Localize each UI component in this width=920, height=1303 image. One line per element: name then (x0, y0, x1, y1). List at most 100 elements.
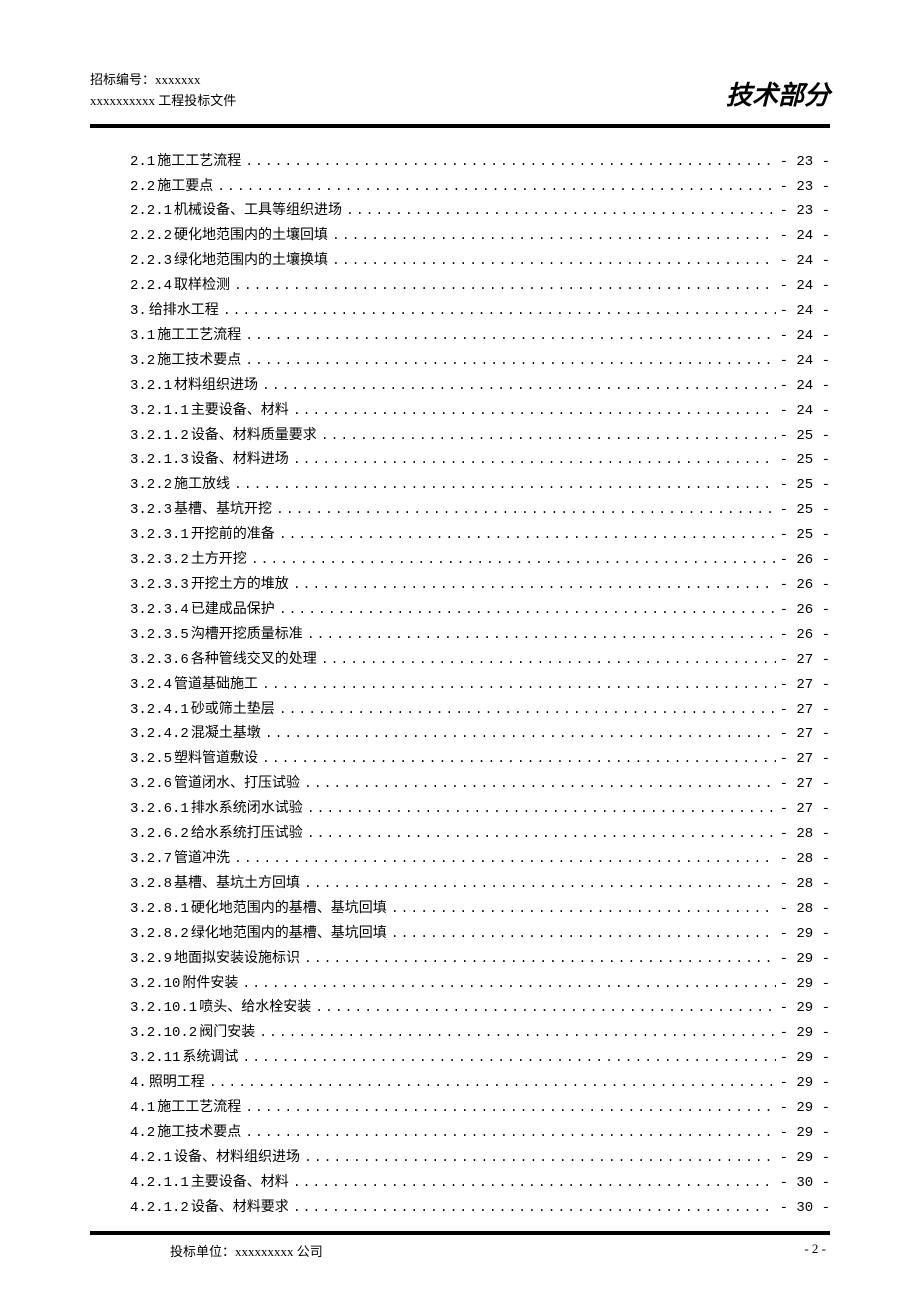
toc-dot-leader (234, 847, 776, 870)
toc-entry-title: 混凝土基墩 (191, 722, 261, 747)
toc-row: 4.1施工工艺流程- 29 - (130, 1096, 830, 1121)
toc-entry-title: 给排水工程 (149, 299, 219, 324)
toc-row: 3.2.8基槽、基坑土方回填- 28 - (130, 872, 830, 897)
toc-entry-number: 3.2.4 (130, 673, 172, 698)
toc-row: 3.2.10.1喷头、给水栓安装- 29 - (130, 996, 830, 1021)
toc-dot-leader (245, 349, 775, 372)
toc-dot-leader (262, 374, 776, 397)
toc-entry-page: - 24 - (780, 324, 830, 349)
toc-row: 3.2.5塑料管道敷设- 27 - (130, 747, 830, 772)
toc-row: 4.2.1.1主要设备、材料- 30 - (130, 1171, 830, 1196)
toc-entry-number: 3.2.11 (130, 1046, 180, 1071)
toc-row: 3.2.3.6各种管线交叉的处理- 27 - (130, 648, 830, 673)
toc-dot-leader (245, 1096, 775, 1119)
toc-dot-leader (276, 498, 776, 521)
toc-dot-leader (234, 473, 776, 496)
toc-entry-page: - 28 - (780, 822, 830, 847)
toc-entry-page: - 27 - (780, 648, 830, 673)
toc-entry-number: 3.2.9 (130, 947, 172, 972)
document-title: xxxxxxxxxx 工程投标文件 (90, 91, 236, 112)
toc-entry-page: - 29 - (780, 1071, 830, 1096)
toc-entry-page: - 27 - (780, 722, 830, 747)
toc-entry-number: 3.2.2 (130, 473, 172, 498)
toc-entry-title: 施工放线 (174, 473, 230, 498)
toc-dot-leader (234, 274, 776, 297)
toc-dot-leader (293, 1196, 776, 1219)
toc-entry-title: 施工技术要点 (157, 1121, 241, 1146)
bid-number-value: xxxxxxx (155, 72, 201, 87)
toc-entry-number: 4.2.1.2 (130, 1196, 189, 1221)
toc-dot-leader (391, 897, 776, 920)
toc-row: 3.2.4.1砂或筛土垫层- 27 - (130, 698, 830, 723)
toc-entry-title: 取样检测 (174, 274, 230, 299)
toc-dot-leader (307, 822, 776, 845)
toc-row: 4.照明工程- 29 - (130, 1071, 830, 1096)
toc-row: 3.2.4管道基础施工- 27 - (130, 673, 830, 698)
toc-entry-page: - 29 - (780, 1096, 830, 1121)
toc-entry-page: - 28 - (780, 897, 830, 922)
toc-entry-title: 管道基础施工 (174, 673, 258, 698)
toc-entry-number: 2.2.1 (130, 199, 172, 224)
toc-row: 3.2.3.1开挖前的准备- 25 - (130, 523, 830, 548)
toc-entry-number: 2.2 (130, 175, 155, 200)
toc-dot-leader (217, 175, 775, 198)
toc-row: 2.1施工工艺流程- 23 - (130, 150, 830, 175)
toc-entry-page: - 24 - (780, 374, 830, 399)
toc-entry-title: 塑料管道敷设 (174, 747, 258, 772)
toc-entry-page: - 25 - (780, 424, 830, 449)
toc-dot-leader (223, 299, 776, 322)
toc-entry-title: 砂或筛土垫层 (191, 698, 275, 723)
toc-entry-page: - 23 - (780, 175, 830, 200)
toc-entry-title: 施工工艺流程 (157, 324, 241, 349)
toc-entry-page: - 24 - (780, 349, 830, 374)
toc-entry-number: 3.2.3.1 (130, 523, 189, 548)
toc-entry-title: 排水系统闭水试验 (191, 797, 303, 822)
toc-row: 4.2.1.2设备、材料要求- 30 - (130, 1196, 830, 1221)
toc-row: 3.2.11系统调试- 29 - (130, 1046, 830, 1071)
toc-entry-page: - 24 - (780, 274, 830, 299)
toc-dot-leader (293, 573, 776, 596)
toc-entry-page: - 27 - (780, 797, 830, 822)
toc-row: 2.2施工要点- 23 - (130, 175, 830, 200)
toc-entry-title: 各种管线交叉的处理 (191, 648, 317, 673)
page-header: 招标编号：xxxxxxx xxxxxxxxxx 工程投标文件 技术部分 (90, 70, 830, 120)
toc-row: 3.2.9地面拟安装设施标识- 29 - (130, 947, 830, 972)
toc-dot-leader (293, 399, 776, 422)
toc-entry-number: 2.2.3 (130, 249, 172, 274)
toc-dot-leader (279, 698, 776, 721)
toc-entry-title: 机械设备、工具等组织进场 (174, 199, 342, 224)
toc-entry-page: - 29 - (780, 972, 830, 997)
toc-row: 3.2.6.2给水系统打压试验- 28 - (130, 822, 830, 847)
toc-entry-number: 3.1 (130, 324, 155, 349)
toc-row: 2.2.1机械设备、工具等组织进场 - 23 - (130, 199, 830, 224)
toc-row: 3.2.8.1硬化地范围内的基槽、基坑回填- 28 - (130, 897, 830, 922)
toc-dot-leader (262, 673, 776, 696)
toc-entry-title: 设备、材料进场 (191, 448, 289, 473)
toc-row: 2.2.4取样检测- 24 - (130, 274, 830, 299)
toc-row: 3.2.8.2绿化地范围内的基槽、基坑回填- 29 - (130, 922, 830, 947)
toc-entry-title: 施工技术要点 (157, 349, 241, 374)
toc-entry-number: 3.2.7 (130, 847, 172, 872)
toc-dot-leader (293, 448, 776, 471)
toc-dot-leader (304, 947, 776, 970)
toc-entry-title: 土方开挖 (191, 548, 247, 573)
toc-entry-number: 3.2.6 (130, 772, 172, 797)
toc-row: 2.2.2硬化地范围内的土壤回填- 24 - (130, 224, 830, 249)
toc-entry-number: 3.2.8.2 (130, 922, 189, 947)
toc-row: 3.2.3.4已建成品保护- 26 - (130, 598, 830, 623)
toc-entry-title: 硬化地范围内的基槽、基坑回填 (191, 897, 387, 922)
toc-dot-leader (315, 996, 775, 1019)
toc-entry-number: 3.2.8 (130, 872, 172, 897)
toc-row: 3.2.6.1排水系统闭水试验- 27 - (130, 797, 830, 822)
toc-entry-number: 3.2.3.2 (130, 548, 189, 573)
toc-dot-leader (321, 648, 776, 671)
toc-entry-number: 4. (130, 1071, 147, 1096)
toc-entry-page: - 23 - (780, 150, 830, 175)
toc-entry-title: 管道冲洗 (174, 847, 230, 872)
toc-dot-leader (304, 872, 776, 895)
toc-entry-page: - 23 - (780, 199, 830, 224)
toc-entry-title: 沟槽开挖质量标准 (191, 623, 303, 648)
toc-dot-leader (304, 1146, 776, 1169)
header-left-block: 招标编号：xxxxxxx xxxxxxxxxx 工程投标文件 (90, 70, 236, 112)
toc-entry-page: - 29 - (780, 1021, 830, 1046)
